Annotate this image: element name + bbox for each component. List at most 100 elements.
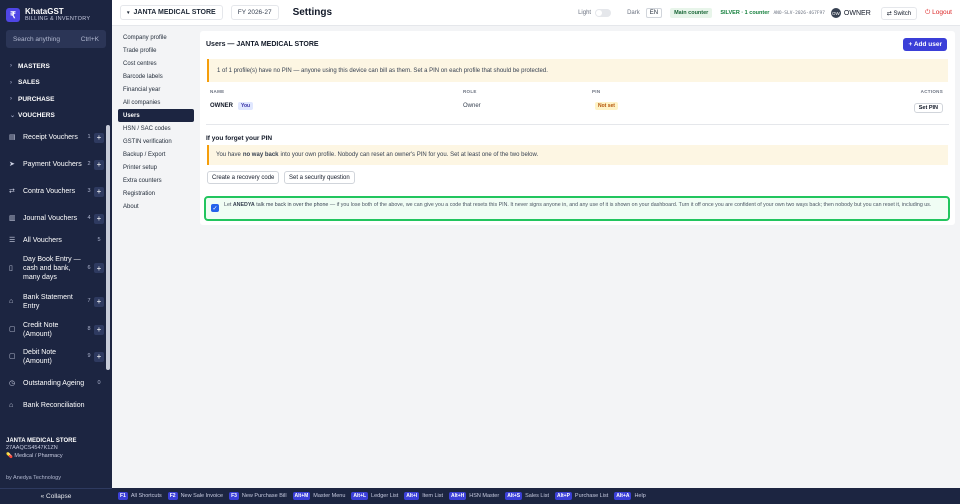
chevron-right-icon: ›: [10, 79, 12, 86]
add-voucher-button[interactable]: +: [94, 296, 104, 307]
pill-icon: 💊: [6, 453, 13, 459]
sidebar-item-payment[interactable]: ➤ Payment Vouchers 2 +: [0, 151, 112, 178]
sidebar: ₹ KhataGST BILLING & INVENTORY Search an…: [0, 0, 112, 504]
shortcut-key: Alt+M: [292, 492, 311, 500]
store-type: 💊 Medical / Pharmacy: [6, 452, 106, 460]
set-pin-button[interactable]: Set PIN: [913, 103, 943, 113]
shortcut-item[interactable]: Alt+A Help: [614, 492, 646, 500]
shortcut-item[interactable]: Alt+P Purchase List: [554, 492, 608, 500]
create-recovery-code-button[interactable]: Create a recovery code: [207, 171, 280, 184]
store-name: JANTA MEDICAL STORE: [6, 438, 77, 444]
sidebar-item-bank[interactable]: ⌂ Bank Reconciliation: [0, 397, 112, 414]
sidebar-item-receipt[interactable]: ▤ Receipt Vouchers 1 +: [0, 124, 112, 151]
user-role: OWNER: [843, 9, 871, 17]
users-panel: Users — JANTA MEDICAL STORE + Add user 1…: [200, 31, 955, 225]
sidebar-item-label: Bank Statement Entry: [23, 293, 73, 310]
sidebar-item-all[interactable]: ☰ All Vouchers 5: [0, 232, 112, 249]
settings-nav-item[interactable]: GSTIN verification: [118, 135, 194, 148]
sidebar-item-bank[interactable]: ⌂ Bank Statement Entry 7 +: [0, 287, 112, 316]
language-select[interactable]: EN: [645, 8, 663, 18]
settings-nav-item[interactable]: About: [118, 200, 194, 213]
page-title: Settings: [292, 7, 333, 18]
shortcut-item[interactable]: F1 All Shortcuts: [118, 492, 162, 500]
sidebar-section-sales[interactable]: › SALES: [0, 75, 112, 92]
settings-nav-item[interactable]: Backup / Export: [118, 148, 194, 161]
shortcut-item[interactable]: F2 New Sale Invoice: [167, 492, 223, 500]
sidebar-item-debit[interactable]: ▢ Debit Note (Amount) 9 +: [0, 343, 112, 370]
bank-icon: ⌂: [9, 298, 14, 305]
sidebar-scrollbar[interactable]: [106, 125, 110, 370]
settings-nav-item[interactable]: Company profile: [118, 31, 194, 44]
settings-nav-item[interactable]: Financial year: [118, 83, 194, 96]
collapse-button[interactable]: « Collapse: [0, 488, 112, 504]
settings-nav-item[interactable]: Registration: [118, 187, 194, 200]
sidebar-item-credit[interactable]: ▢ Credit Note (Amount) 8 +: [0, 316, 112, 343]
settings-nav-item[interactable]: Printer setup: [118, 161, 194, 174]
add-voucher-button[interactable]: +: [94, 324, 104, 335]
shortcut-key: Alt+I: [404, 492, 420, 500]
brand[interactable]: ₹ KhataGST BILLING & INVENTORY: [0, 0, 112, 30]
switch-user-button[interactable]: ⇄ Switch: [880, 6, 918, 20]
shortcut-number: 8: [87, 326, 91, 332]
clock-icon: ◷: [9, 380, 16, 387]
receipt-icon: ▤: [9, 134, 16, 141]
shortcut-item[interactable]: F3 New Purchase Bill: [229, 492, 287, 500]
notice-post: into your own profile. Nobody can reset …: [280, 152, 539, 158]
shortcut-key: Alt+H: [449, 492, 467, 500]
sidebar-item-label: Credit Note (Amount): [23, 321, 59, 338]
fy-selector[interactable]: FY 2026-27: [230, 5, 279, 20]
col-role: ROLE: [463, 89, 477, 94]
settings-nav-item[interactable]: Barcode labels: [118, 70, 194, 83]
sidebar-section-purchase[interactable]: › PURCHASE: [0, 91, 112, 108]
sidebar-item-contra[interactable]: ⇄ Contra Vouchers 3 +: [0, 178, 112, 205]
sidebar-section-vouchers[interactable]: ⌄ VOUCHERS: [0, 108, 112, 125]
settings-nav-item[interactable]: Cost centres: [118, 57, 194, 70]
anedya-checkbox[interactable]: ✓: [211, 204, 219, 212]
avatar[interactable]: OW: [830, 8, 841, 18]
chevron-down-icon: ⌄: [10, 113, 16, 120]
rupee-logo-icon: ₹: [6, 8, 20, 22]
no-pin-notice: 1 of 1 profile(s) have no PIN — anyone u…: [207, 59, 948, 82]
sidebar-item-journal[interactable]: ▥ Journal Vouchers 4 +: [0, 205, 112, 232]
shortcut-number: 0: [97, 380, 101, 386]
settings-nav-item[interactable]: Extra counters: [118, 174, 194, 187]
add-voucher-button[interactable]: +: [94, 263, 104, 273]
settings-nav-item[interactable]: Users: [118, 109, 194, 122]
sidebar-item-day[interactable]: ▯ Day Book Entry — cash and bank, many da…: [0, 249, 112, 287]
settings-nav-item[interactable]: HSN / SAC codes: [118, 122, 194, 135]
logout-button[interactable]: ⏻ Logout: [925, 9, 952, 17]
set-security-question-button[interactable]: Set a security question: [284, 171, 355, 184]
store-selector[interactable]: ▾ JANTA MEDICAL STORE: [120, 5, 223, 20]
add-voucher-button[interactable]: +: [94, 213, 104, 224]
license-code: ANO-SLV-2026-4G7F97: [773, 10, 825, 16]
shortcut-label: Help: [634, 493, 646, 499]
add-voucher-button[interactable]: +: [94, 159, 104, 170]
anedya-recovery-option[interactable]: ✓ Let ANEDYA talk me back in over the ph…: [204, 196, 950, 221]
sidebar-item-outstanding[interactable]: ◷ Outstanding Ageing 0: [0, 370, 112, 397]
shortcut-key: Alt+P: [554, 492, 572, 500]
shortcut-number: 9: [87, 353, 91, 359]
users-table-header: NAME ROLE PIN ACTIONS: [210, 89, 943, 98]
shortcut-item[interactable]: Alt+I Item List: [404, 492, 443, 500]
light-label: Light: [578, 10, 592, 16]
add-voucher-button[interactable]: +: [94, 132, 104, 143]
sidebar-item-label: Payment Vouchers: [23, 161, 82, 168]
add-user-button[interactable]: + Add user: [903, 38, 947, 51]
shortcut-label: Ledger List: [371, 493, 399, 499]
theme-toggle[interactable]: [595, 9, 612, 17]
add-voucher-button[interactable]: +: [94, 351, 104, 362]
shortcut-number: 4: [87, 215, 91, 221]
search-input[interactable]: Search anything Ctrl+K: [6, 30, 106, 48]
switch-label: Switch: [893, 10, 912, 17]
shortcut-item[interactable]: Alt+S Sales List: [505, 492, 549, 500]
settings-nav: Company profile Trade profile Cost centres…: [118, 31, 194, 213]
shortcut-item[interactable]: Alt+M Master Menu: [292, 492, 346, 500]
shortcut-label: Master Menu: [313, 493, 346, 499]
shortcut-item[interactable]: Alt+L Ledger List: [351, 492, 398, 500]
sidebar-section-masters[interactable]: › MASTERS: [0, 58, 112, 75]
user-role-cell: Owner: [463, 103, 481, 109]
shortcut-item[interactable]: Alt+H HSN Master: [449, 492, 499, 500]
settings-nav-item[interactable]: All companies: [118, 96, 194, 109]
add-voucher-button[interactable]: +: [94, 186, 104, 197]
settings-nav-item[interactable]: Trade profile: [118, 44, 194, 57]
